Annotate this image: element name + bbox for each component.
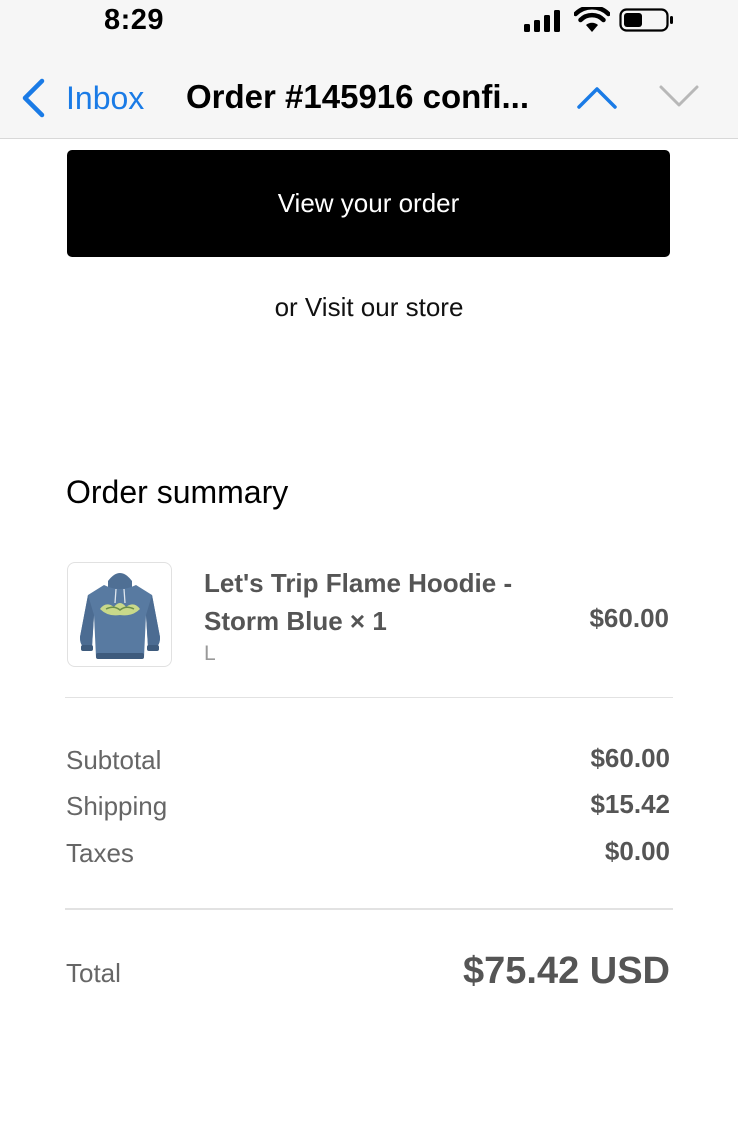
email-screen: 8:29 Inbox Order #145916 confi... View y… [0,0,738,1126]
view-order-button[interactable]: View your order [67,150,670,257]
hoodie-image [80,573,160,659]
visit-store-link[interactable]: Visit our store [305,292,463,322]
visit-store-line: or Visit our store [0,292,738,323]
subtotal-label: Subtotal [66,745,162,775]
total-value: $75.42 USD [462,950,670,992]
product-name: Let's Trip Flame Hoodie - Storm Blue × 1 [204,568,513,636]
back-to-inbox-button[interactable]: Inbox [66,80,144,117]
taxes-label: Taxes [66,838,134,868]
back-chevron-icon[interactable] [20,78,46,118]
taxes-value: $0.00 [604,836,670,866]
product-variant: L [204,642,216,665]
shipping-label: Shipping [66,791,168,821]
previous-message-icon[interactable] [576,84,618,110]
message-subject-title: Order #145916 confi... [186,78,530,115]
subtotal-value: $60.00 [590,743,670,773]
product-price: $60.00 [589,603,669,633]
order-summary-heading: Order summary [66,474,289,510]
divider [65,908,673,910]
product-thumbnail [67,562,172,667]
next-message-icon[interactable] [658,84,700,110]
mail-nav-bar: Inbox Order #145916 confi... [0,48,738,139]
cellular-signal-icon [524,10,560,32]
status-time: 8:29 [104,4,165,36]
status-bar: 8:29 [0,0,738,48]
battery-icon [619,8,673,32]
total-label: Total [66,958,121,988]
visit-store-prefix: or [274,292,305,322]
shipping-value: $15.42 [590,789,670,819]
divider [65,697,673,698]
wifi-icon [574,7,610,32]
